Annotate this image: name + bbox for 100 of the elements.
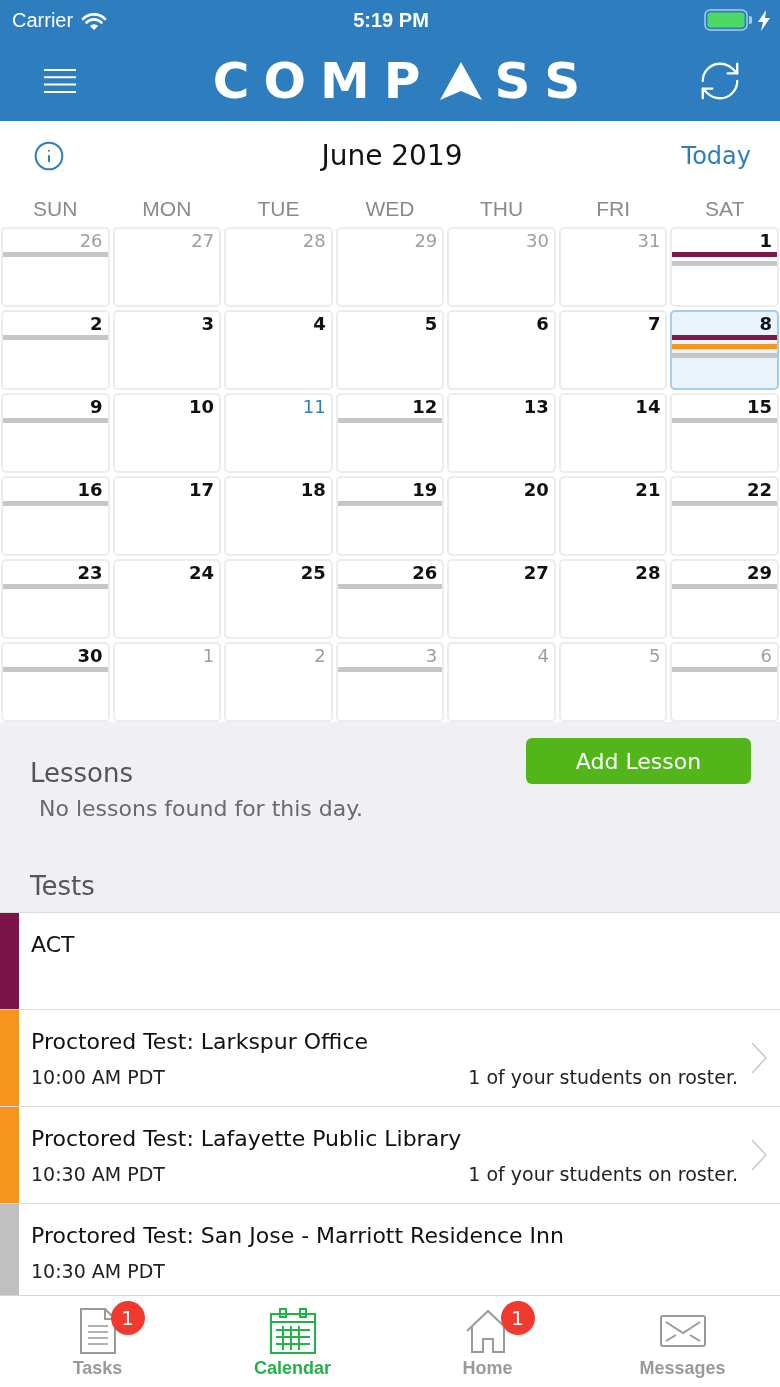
day-number: 4: [313, 312, 327, 335]
empty-lessons-text: No lessons found for this day.: [39, 795, 364, 823]
test-row[interactable]: Proctored Test: Lafayette Public Library 10:30 AM PDT 1 of your students on roster.: [0, 1107, 780, 1204]
menu-button[interactable]: [44, 68, 76, 93]
status-time: 5:19 PM: [353, 8, 429, 32]
tab-item[interactable]: 1 Tasks: [0, 1296, 195, 1387]
test-time: 10:30 AM PDT: [31, 1162, 165, 1187]
test-time: 10:00 AM PDT: [31, 1065, 165, 1090]
calendar-day[interactable]: 22: [670, 476, 779, 556]
today-button[interactable]: Today: [681, 141, 751, 170]
lessons-heading: Lessons: [30, 757, 135, 789]
roster-text: 1 of your students on roster.: [468, 1065, 738, 1090]
calendar-day[interactable]: 3: [112, 310, 222, 390]
day-number: 28: [302, 229, 327, 252]
info-button[interactable]: [33, 139, 65, 172]
day-number: 2: [314, 644, 327, 667]
calendar-day[interactable]: 13: [447, 393, 556, 473]
calendar-day[interactable]: 8: [670, 310, 779, 390]
day-number: 1: [202, 644, 216, 667]
test-time: 10:30 AM PDT: [31, 1259, 165, 1284]
day-number: 21: [635, 478, 662, 501]
month-title: June 2019: [321, 139, 463, 172]
test-title: Proctored Test: Lafayette Public Library: [31, 1125, 463, 1153]
logo-text: SS: [494, 55, 597, 106]
day-number: 8: [759, 312, 773, 335]
test-row[interactable]: ACT: [0, 913, 780, 1010]
day-number: 24: [189, 561, 216, 584]
day-number: 19: [412, 478, 439, 501]
day-number: 23: [77, 561, 104, 584]
calendar-day[interactable]: 20: [447, 476, 556, 556]
day-number: 18: [300, 478, 327, 501]
calendar-day[interactable]: 14: [558, 393, 668, 473]
day-number: 25: [300, 561, 327, 584]
weekday-label: WED: [364, 196, 416, 221]
day-number: 29: [414, 229, 439, 252]
calendar-day[interactable]: 4: [224, 310, 333, 390]
weekday-label: SUN: [32, 196, 79, 221]
calendar-day[interactable]: 19: [335, 476, 445, 556]
weekday-label: MON: [141, 196, 193, 221]
day-number: 26: [79, 229, 104, 252]
charging-bolt-icon: [758, 9, 770, 31]
day-number: 3: [201, 312, 216, 335]
day-number: 5: [648, 644, 662, 667]
day-number: 6: [760, 644, 773, 667]
tab-item[interactable]: 1 Home: [390, 1296, 585, 1387]
weekday-label: TUE: [256, 196, 301, 221]
day-number: 12: [412, 395, 439, 418]
day-number: 5: [424, 312, 439, 335]
calendar-day[interactable]: 15: [670, 393, 779, 473]
day-number: 3: [425, 644, 439, 667]
calendar-day[interactable]: 2: [1, 310, 110, 390]
calendar-day[interactable]: 27: [447, 559, 556, 639]
calendar-day[interactable]: 26: [335, 559, 445, 639]
document-icon: [79, 1308, 116, 1354]
day-number: 30: [525, 229, 550, 252]
day-number: 22: [746, 478, 773, 501]
day-number: 20: [523, 478, 550, 501]
notification-badge: 1: [110, 1301, 145, 1335]
day-number: 6: [536, 312, 550, 335]
calendar-icon: [269, 1308, 316, 1354]
day-number: 29: [746, 561, 773, 584]
info-icon: [33, 139, 65, 172]
test-title: Proctored Test: Larkspur Office: [31, 1028, 369, 1056]
weekday-label: SAT: [704, 196, 746, 221]
logo-text: COMP: [212, 55, 435, 106]
calendar-day[interactable]: 30: [1, 642, 110, 722]
weekday-label: THU: [478, 196, 525, 221]
day-number: 28: [635, 561, 662, 584]
day-number: 7: [647, 312, 662, 335]
day-number: 31: [637, 229, 662, 252]
calendar-day[interactable]: 28: [558, 559, 668, 639]
day-number: 11: [302, 395, 327, 418]
calendar-day[interactable]: 5: [335, 310, 445, 390]
day-number: 13: [523, 395, 550, 418]
calendar-day[interactable]: 23: [1, 559, 110, 639]
calendar-day[interactable]: 10: [112, 393, 222, 473]
calendar-day[interactable]: 11: [224, 393, 333, 473]
day-number: 16: [77, 478, 104, 501]
envelope-icon: [659, 1315, 706, 1347]
calendar-day[interactable]: 21: [558, 476, 668, 556]
calendar-day[interactable]: 17: [112, 476, 222, 556]
test-row[interactable]: Proctored Test: Larkspur Office 10:00 AM PDT 1 of your students on roster.: [0, 1010, 780, 1107]
day-number: 9: [90, 395, 104, 418]
calendar-day[interactable]: 12: [335, 393, 445, 473]
wifi-icon: [81, 10, 108, 30]
calendar-day[interactable]: 7: [558, 310, 668, 390]
day-number: 17: [189, 478, 216, 501]
notification-badge: 1: [500, 1301, 535, 1335]
calendar-day[interactable]: 16: [1, 476, 110, 556]
day-number: 1: [759, 229, 773, 252]
calendar-day[interactable]: 24: [112, 559, 222, 639]
calendar-day[interactable]: 18: [224, 476, 333, 556]
day-number: 4: [537, 644, 550, 667]
calendar-day[interactable]: 6: [447, 310, 556, 390]
calendar-day[interactable]: 9: [1, 393, 110, 473]
calendar-day[interactable]: 29: [670, 559, 779, 639]
calendar-day[interactable]: 25: [224, 559, 333, 639]
day-number: 30: [77, 644, 104, 667]
day-number: 10: [189, 395, 216, 418]
calendar-day[interactable]: 1: [670, 227, 779, 307]
